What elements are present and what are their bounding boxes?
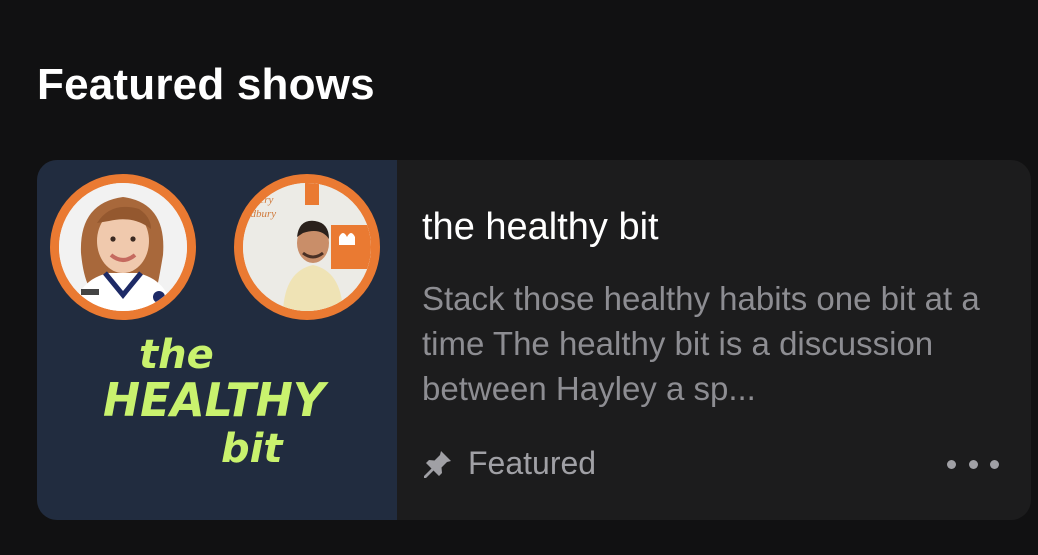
sign-text-line1: akery xyxy=(249,194,274,206)
wordmark-healthy: HEALTHY xyxy=(103,373,330,427)
show-card[interactable]: akery udbury the HEALTHY bit the healthy… xyxy=(37,160,1031,520)
more-dot xyxy=(947,459,956,469)
wordmark-the: the xyxy=(139,332,214,378)
show-artwork: akery udbury the HEALTHY bit xyxy=(37,160,397,520)
sign-text-line2: udbury xyxy=(245,208,276,220)
show-title[interactable]: the healthy bit xyxy=(422,206,659,249)
section-title: Featured shows xyxy=(37,60,375,109)
host-portrait-man: akery udbury xyxy=(243,183,371,311)
wordmark-bit: bit xyxy=(221,426,284,472)
more-options-button[interactable] xyxy=(947,453,999,475)
host-photo-right: akery udbury xyxy=(234,174,380,320)
host-photo-left xyxy=(50,174,196,320)
pin-icon xyxy=(422,448,454,480)
featured-tag-label: Featured xyxy=(468,445,597,481)
show-card-body: the healthy bit Stack those healthy habi… xyxy=(397,160,1031,520)
featured-tag: Featured xyxy=(422,445,596,482)
more-dot xyxy=(968,459,978,469)
artwork-wordmark: the HEALTHY bit xyxy=(101,328,341,478)
host-portrait-woman xyxy=(59,183,187,311)
show-description: Stack those healthy habits one bit at a … xyxy=(422,280,980,407)
more-dot xyxy=(990,459,999,469)
